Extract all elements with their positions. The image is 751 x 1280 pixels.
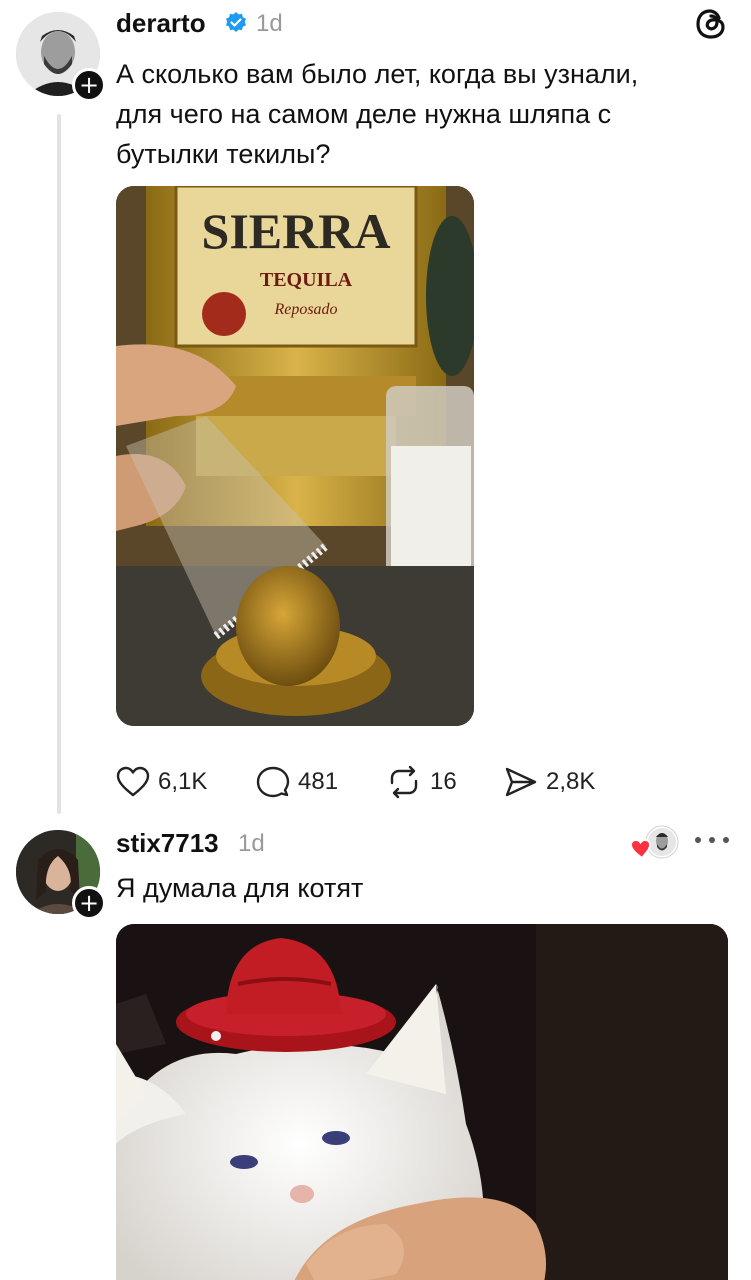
post-text: Я думала для котят: [116, 873, 364, 903]
thread-reply: + stix7713 1d Я думала для котят: [0, 0, 751, 1280]
post-image[interactable]: [116, 924, 728, 1280]
liked-by-author-icon: [629, 824, 680, 864]
follow-plus-icon[interactable]: +: [72, 886, 106, 920]
username[interactable]: stix7713: [116, 828, 219, 859]
post-time: 1d: [238, 830, 265, 857]
more-icon[interactable]: [695, 832, 729, 848]
